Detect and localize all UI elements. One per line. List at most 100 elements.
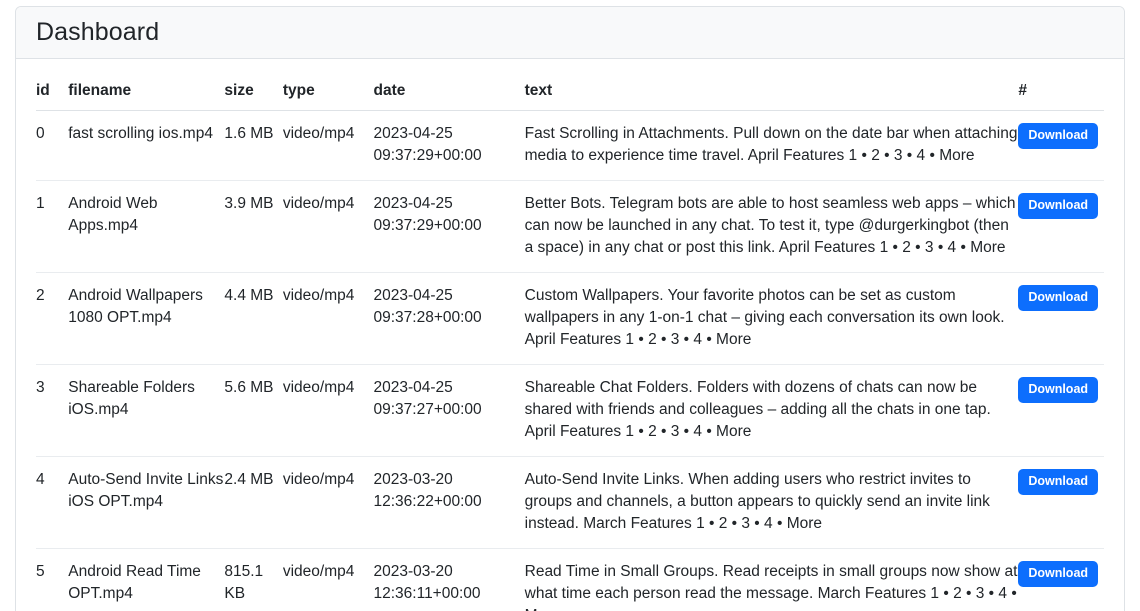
cell-size: 1.6 MB bbox=[224, 111, 282, 181]
cell-filename-value: Android Wallpapers 1080 OPT.mp4 bbox=[68, 287, 203, 326]
cell-date: 2023-04-25 09:37:28+00:00 bbox=[373, 272, 525, 365]
cell-actions: Download bbox=[1018, 364, 1104, 457]
page-title: Dashboard bbox=[36, 18, 160, 46]
cell-type-value: video/mp4 bbox=[282, 125, 355, 142]
cell-actions: Download bbox=[1018, 111, 1104, 181]
cell-id-value: 3 bbox=[36, 379, 45, 396]
cell-text: Auto-Send Invite Links. When adding user… bbox=[524, 456, 1019, 549]
cell-filename: Android Wallpapers 1080 OPT.mp4 bbox=[68, 272, 225, 365]
cell-type-value: video/mp4 bbox=[282, 379, 355, 396]
table-row: 2 Android Wallpapers 1080 OPT.mp4 4.4 MB vi… bbox=[36, 272, 1104, 365]
cell-filename-value: Shareable Folders iOS.mp4 bbox=[68, 379, 195, 418]
cell-size: 5.6 MB bbox=[224, 364, 283, 457]
column-header-size[interactable]: size bbox=[224, 59, 283, 111]
cell-id: 2 bbox=[36, 272, 69, 365]
table-row: 0 fast scrolling ios.mp4 1.6 MB video/mp4 20… bbox=[36, 111, 1104, 181]
cell-size: 4.4 MB bbox=[224, 272, 283, 365]
cell-date-value: 2023-03-20 12:36:11+00:00 bbox=[373, 563, 481, 602]
cell-id-value: 1 bbox=[36, 195, 45, 212]
cell-filename: fast scrolling ios.mp4 bbox=[68, 111, 224, 181]
cell-type-value: video/mp4 bbox=[282, 287, 355, 304]
cell-size-value: 1.6 MB bbox=[224, 125, 274, 142]
cell-date: 2023-03-20 12:36:11+00:00 bbox=[373, 548, 525, 611]
download-button[interactable]: Download bbox=[1018, 561, 1099, 587]
dashboard-card: Dashboard id filename size type date tex… bbox=[15, 6, 1125, 611]
cell-filename-value: fast scrolling ios.mp4 bbox=[68, 125, 213, 142]
table-row: 5 Android Read Time OPT.mp4 815.1 KB video/… bbox=[36, 548, 1104, 611]
table-header-row: id filename size type date text # bbox=[36, 59, 1104, 111]
cell-size-value: 2.4 MB bbox=[224, 471, 274, 488]
page-root: Dashboard id filename size type date tex… bbox=[0, 0, 1140, 611]
cell-filename-value: Android Web Apps.mp4 bbox=[68, 195, 158, 234]
cell-text-value: Fast Scrolling in Attachments. Pull down… bbox=[524, 125, 1018, 164]
cell-size-value: 815.1 KB bbox=[224, 563, 264, 602]
cell-id-value: 2 bbox=[36, 287, 45, 304]
cell-size: 2.4 MB bbox=[224, 456, 283, 549]
cell-id-value: 0 bbox=[36, 125, 45, 142]
download-button[interactable]: Download bbox=[1018, 123, 1099, 149]
cell-actions: Download bbox=[1018, 456, 1104, 549]
column-header-type[interactable]: type bbox=[282, 59, 374, 111]
column-header-id[interactable]: id bbox=[36, 59, 69, 111]
cell-date-value: 2023-03-20 12:36:22+00:00 bbox=[373, 471, 482, 510]
cell-text: Custom Wallpapers. Your favorite photos … bbox=[524, 272, 1019, 365]
cell-size-value: 5.6 MB bbox=[224, 379, 274, 396]
cell-text-value: Read Time in Small Groups. Read receipts… bbox=[524, 563, 1018, 611]
cell-date-value: 2023-04-25 09:37:28+00:00 bbox=[373, 287, 482, 326]
card-header: Dashboard bbox=[16, 7, 1124, 59]
cell-size: 3.9 MB bbox=[224, 180, 283, 273]
cell-date: 2023-04-25 09:37:29+00:00 bbox=[374, 111, 525, 181]
cell-text: Shareable Chat Folders. Folders with doz… bbox=[524, 364, 1019, 457]
column-header-actions[interactable]: # bbox=[1018, 59, 1104, 111]
table-row: 3 Shareable Folders iOS.mp4 5.6 MB video/mp… bbox=[36, 364, 1104, 457]
table-row: 1 Android Web Apps.mp4 3.9 MB video/mp4 2023… bbox=[36, 180, 1104, 273]
cell-size: 815.1 KB bbox=[224, 548, 283, 611]
cell-filename: Shareable Folders iOS.mp4 bbox=[68, 364, 225, 457]
cell-id-value: 4 bbox=[36, 471, 45, 488]
cell-date-value: 2023-04-25 09:37:27+00:00 bbox=[373, 379, 482, 418]
cell-text-value: Custom Wallpapers. Your favorite photos … bbox=[524, 287, 1005, 348]
cell-type: video/mp4 bbox=[282, 548, 374, 611]
cell-filename: Android Web Apps.mp4 bbox=[68, 180, 225, 273]
cell-date: 2023-04-25 09:37:29+00:00 bbox=[373, 180, 525, 273]
cell-text: Read Time in Small Groups. Read receipts… bbox=[524, 548, 1019, 611]
table-row: 4 Auto-Send Invite Links iOS OPT.mp4 2.4 M… bbox=[36, 456, 1104, 549]
cell-filename-value: Auto-Send Invite Links iOS OPT.mp4 bbox=[68, 471, 224, 510]
download-button[interactable]: Download bbox=[1018, 469, 1099, 495]
cell-actions: Download bbox=[1018, 180, 1104, 273]
column-header-date[interactable]: date bbox=[373, 59, 525, 111]
download-button[interactable]: Download bbox=[1018, 377, 1099, 403]
cell-id: 0 bbox=[36, 111, 68, 181]
cell-id-value: 5 bbox=[36, 563, 45, 580]
cell-filename-value: Android Read Time OPT.mp4 bbox=[68, 563, 201, 602]
table-body: 0 fast scrolling ios.mp4 1.6 MB video/mp4 20… bbox=[36, 111, 1104, 611]
cell-date: 2023-04-25 09:37:27+00:00 bbox=[373, 364, 525, 457]
cell-id: 3 bbox=[36, 364, 69, 457]
cell-id: 5 bbox=[36, 548, 69, 611]
cell-date-value: 2023-04-25 09:37:29+00:00 bbox=[373, 125, 482, 164]
table-header: id filename size type date text # bbox=[36, 59, 1104, 111]
cell-id: 4 bbox=[36, 456, 69, 549]
cell-actions: Download bbox=[1018, 272, 1104, 365]
download-button[interactable]: Download bbox=[1018, 285, 1099, 311]
cell-type-value: video/mp4 bbox=[282, 563, 355, 580]
cell-text: Better Bots. Telegram bots are able to h… bbox=[524, 180, 1019, 273]
cell-type: video/mp4 bbox=[282, 364, 374, 457]
cell-text-value: Shareable Chat Folders. Folders with doz… bbox=[524, 379, 991, 440]
cell-date-value: 2023-04-25 09:37:29+00:00 bbox=[373, 195, 482, 234]
files-table: id filename size type date text # 0 fast … bbox=[36, 59, 1104, 611]
cell-date: 2023-03-20 12:36:22+00:00 bbox=[373, 456, 525, 549]
cell-text-value: Auto-Send Invite Links. When adding user… bbox=[524, 471, 990, 532]
cell-type: video/mp4 bbox=[282, 180, 374, 273]
cell-type: video/mp4 bbox=[282, 456, 374, 549]
cell-text-value: Better Bots. Telegram bots are able to h… bbox=[524, 195, 1016, 256]
column-header-text[interactable]: text bbox=[524, 59, 1019, 111]
column-header-filename[interactable]: filename bbox=[68, 59, 225, 111]
cell-id: 1 bbox=[36, 180, 69, 273]
cell-text: Fast Scrolling in Attachments. Pull down… bbox=[525, 111, 1019, 181]
cell-type: video/mp4 bbox=[283, 111, 374, 181]
cell-type: video/mp4 bbox=[282, 272, 374, 365]
cell-type-value: video/mp4 bbox=[282, 195, 355, 212]
cell-actions: Download bbox=[1018, 548, 1104, 611]
download-button[interactable]: Download bbox=[1018, 193, 1099, 219]
